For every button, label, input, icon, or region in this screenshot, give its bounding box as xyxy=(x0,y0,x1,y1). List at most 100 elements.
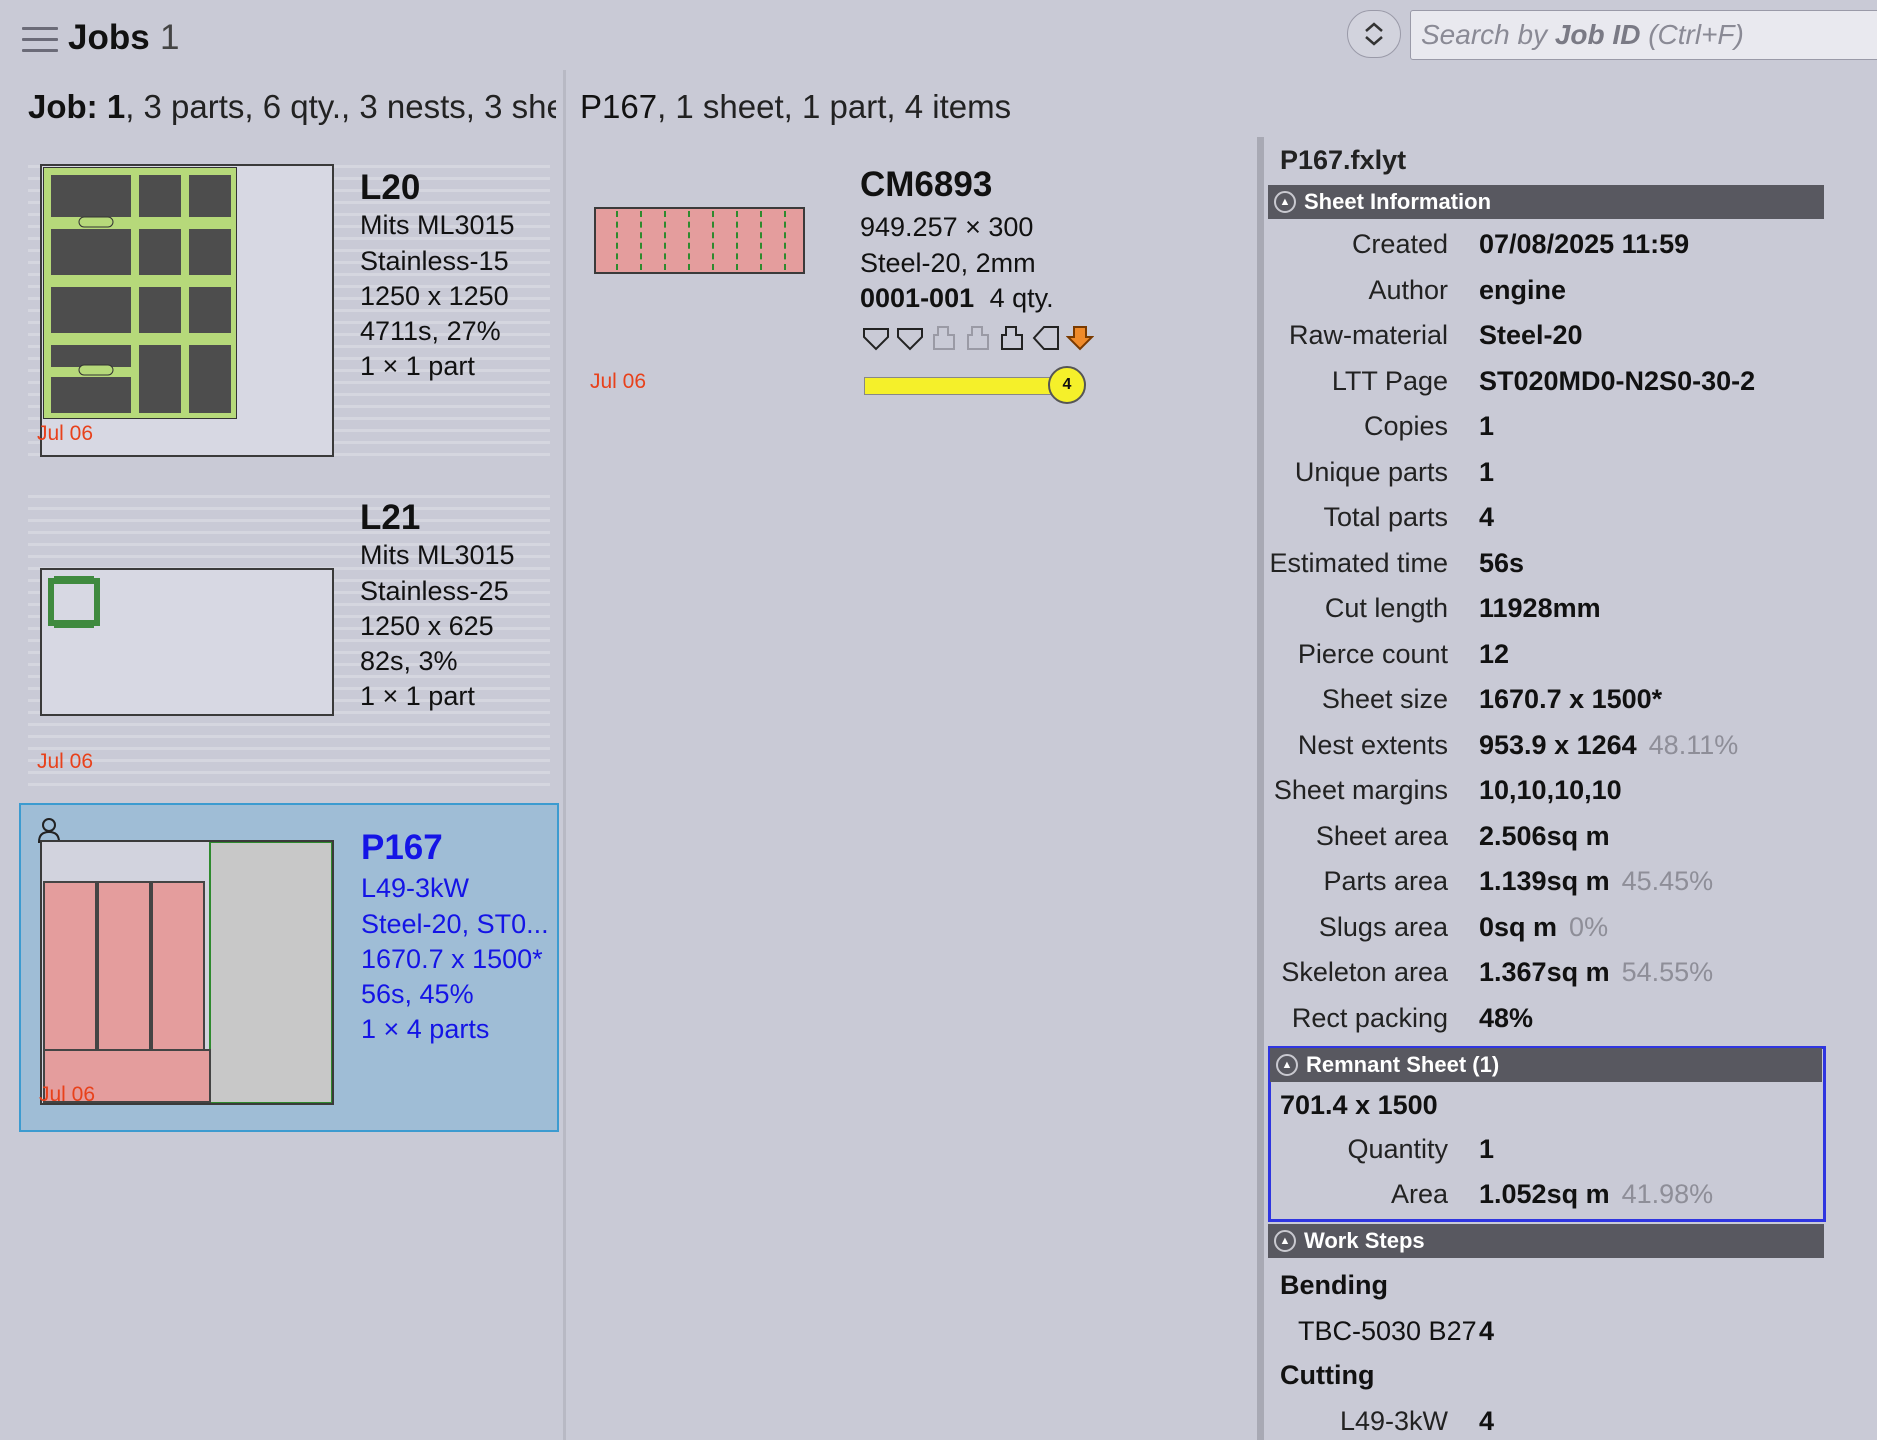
nest-date: Jul 06 xyxy=(37,750,94,773)
prop-row: LTT Page ST020MD0-N2S0-30-2 xyxy=(1268,366,1824,408)
prop-label: Slugs area xyxy=(1318,911,1448,942)
prop-value: 1.139sq m 45.45% xyxy=(1479,866,1713,897)
nest-card-l20[interactable]: L20 Mits ML3015 Stainless-15 1250 x 1250… xyxy=(28,156,558,460)
bend-up-icon[interactable] xyxy=(998,324,1026,352)
bend-down-icon[interactable] xyxy=(862,324,890,352)
prop-value: 4 xyxy=(1479,502,1494,533)
sheet-thumbnail xyxy=(40,164,334,457)
prop-pct: 54.55% xyxy=(1621,957,1714,987)
prop-value-text: 56s xyxy=(1479,547,1525,578)
sheet-information-header[interactable]: ▲ Sheet Information xyxy=(1268,185,1824,219)
bend-down-icon[interactable] xyxy=(896,324,924,352)
nest-size: 1250 x 1250 xyxy=(360,281,509,311)
prop-value: 953.9 x 1264 48.11% xyxy=(1479,730,1738,761)
pane-divider[interactable] xyxy=(563,70,566,1440)
bending-title: Bending xyxy=(1280,1270,1388,1300)
nest-material: Stainless-25 xyxy=(360,576,509,606)
part-material: Steel-20, 2mm xyxy=(860,248,1036,278)
prop-value-text: 1 xyxy=(1479,411,1495,441)
prop-label: Nest extents xyxy=(1297,729,1448,760)
part-date: Jul 06 xyxy=(590,370,647,393)
search-placeholder-suffix: (Ctrl+F) xyxy=(1640,19,1744,50)
bend-faded-icon[interactable] xyxy=(964,324,992,352)
remnant-size: 701.4 x 1500 xyxy=(1280,1090,1438,1120)
prop-value: 10,10,10,10 xyxy=(1479,775,1622,806)
prop-value: 11928mm xyxy=(1479,593,1601,624)
prop-label: Rect packing xyxy=(1291,1002,1448,1033)
panel-splitter[interactable] xyxy=(1257,137,1264,1440)
prop-row: Sheet margins 10,10,10,10 xyxy=(1268,775,1824,817)
part-order-id: 0001-001 xyxy=(860,283,975,313)
nest-date: Jul 06 xyxy=(37,422,94,445)
nest-preview xyxy=(48,572,100,632)
prop-row: Sheet area 2.506sq m xyxy=(1268,821,1824,863)
step-icons xyxy=(862,324,1094,352)
prop-value-text: 4 xyxy=(1479,502,1495,532)
prop-value: 48% xyxy=(1479,1003,1533,1034)
prop-value: Steel-20 xyxy=(1479,320,1583,351)
prop-value-text: 12 xyxy=(1479,638,1510,669)
prop-row: Copies 1 xyxy=(1268,411,1824,453)
nest-preview xyxy=(43,842,332,1103)
prop-label: Pierce count xyxy=(1297,638,1448,669)
nest-parts: 1 × 4 parts xyxy=(361,1014,490,1044)
prop-label: TBC-5030 B27 xyxy=(1298,1316,1477,1346)
sort-updown-icon xyxy=(1365,22,1383,46)
prop-label: Copies xyxy=(1363,411,1448,441)
prop-value: 1.367sq m 54.55% xyxy=(1479,957,1713,988)
bend-left-icon[interactable] xyxy=(1032,324,1060,352)
prop-row: Nest extents 953.9 x 1264 48.11% xyxy=(1268,730,1824,772)
prop-label: Sheet size xyxy=(1321,684,1448,714)
nest-summary-id: P167 xyxy=(580,88,658,125)
prop-value: engine xyxy=(1479,275,1566,306)
prop-value-text: 2.506sq m xyxy=(1479,820,1610,851)
prop-value-text: 1 xyxy=(1479,456,1495,487)
search-input[interactable]: Search by Job ID (Ctrl+F) xyxy=(1410,10,1877,60)
prop-value-text: 1.052sq m xyxy=(1479,1179,1610,1209)
job-summary: Job: 1, 3 parts, 6 qty., 3 nests, 3 she xyxy=(28,88,556,126)
prop-value-text: 1670.7 x 1500* xyxy=(1479,684,1663,714)
prop-row: Estimated time 56s xyxy=(1268,548,1824,590)
bend-faded-icon[interactable] xyxy=(930,324,958,352)
prop-value-text: Steel-20 xyxy=(1479,320,1583,350)
prop-row: Created 07/08/2025 11:59 xyxy=(1268,229,1824,271)
prop-value: ST020MD0-N2S0-30-2 xyxy=(1479,366,1755,397)
prop-label: Unique parts xyxy=(1294,456,1448,487)
section-title: Sheet Information xyxy=(1304,189,1492,214)
prop-label: Skeleton area xyxy=(1281,957,1448,987)
bend-active-icon[interactable] xyxy=(1066,324,1094,352)
prop-value: 12 xyxy=(1479,639,1509,670)
prop-value: 2.506sq m xyxy=(1479,821,1610,852)
sort-button[interactable] xyxy=(1347,10,1401,58)
section-title: Remnant Sheet (1) xyxy=(1306,1052,1500,1077)
search-placeholder-prefix: Search by xyxy=(1421,19,1555,50)
nest-machine: L49-3kW xyxy=(361,873,470,903)
search-placeholder-key: Job ID xyxy=(1554,19,1641,50)
prop-label: Raw-material xyxy=(1288,320,1448,350)
prop-pct: 48.11% xyxy=(1648,729,1739,760)
prop-value-text: 11928mm xyxy=(1479,593,1601,623)
nest-size: 1250 x 625 xyxy=(360,611,494,641)
prop-label: Total parts xyxy=(1323,502,1448,532)
nest-card-l21[interactable]: L21 Mits ML3015 Stainless-25 1250 x 625 … xyxy=(28,486,558,786)
prop-label: L49-3kW xyxy=(1339,1406,1448,1436)
prop-value-text: ST020MD0-N2S0-30-2 xyxy=(1479,365,1756,396)
nest-parts: 1 × 1 part xyxy=(360,351,475,381)
nest-material: Steel-20, ST0... xyxy=(361,909,549,939)
prop-value: 07/08/2025 11:59 xyxy=(1479,229,1689,260)
nest-material: Stainless-15 xyxy=(360,246,509,276)
prop-row: Skeleton area 1.367sq m 54.55% xyxy=(1268,957,1824,999)
remnant-sheet-header[interactable]: ▲ Remnant Sheet (1) xyxy=(1270,1048,1822,1082)
prop-label: Parts area xyxy=(1323,866,1448,896)
nest-summary-text: , 1 sheet, 1 part, 4 items xyxy=(657,88,1012,125)
nest-card-p167[interactable]: P167 L49-3kW Steel-20, ST0... 1670.7 x 1… xyxy=(19,803,559,1132)
prop-value: 1 xyxy=(1479,457,1494,488)
work-steps-header[interactable]: ▲ Work Steps xyxy=(1268,1224,1824,1258)
prop-value-text: 10,10,10,10 xyxy=(1479,775,1622,805)
section-title: Work Steps xyxy=(1304,1228,1425,1253)
hamburger-menu-icon[interactable] xyxy=(22,27,58,55)
nest-time: 56s, 45% xyxy=(361,979,474,1009)
prop-value-text: 0sq m xyxy=(1479,911,1558,942)
part-thumbnail[interactable] xyxy=(594,207,805,274)
prop-row: Slugs area 0sq m 0% xyxy=(1268,912,1824,954)
